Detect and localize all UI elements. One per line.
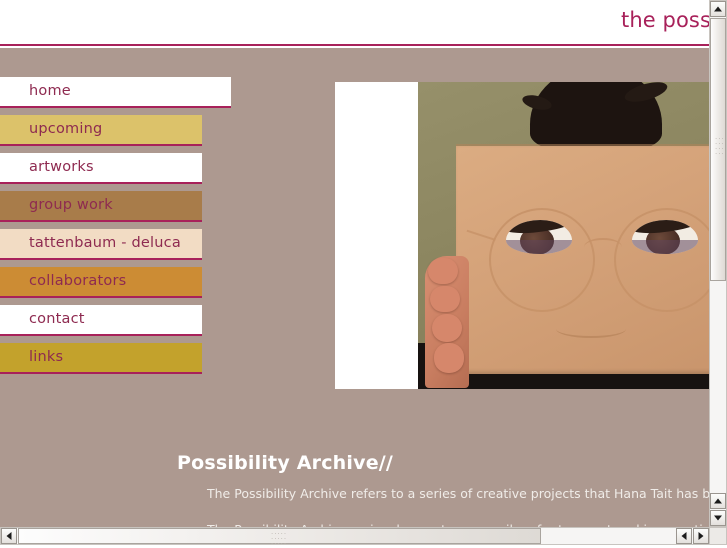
media-panel [335, 82, 709, 389]
scroll-left-button[interactable] [1, 528, 17, 544]
nav-item-label: contact [29, 311, 85, 327]
nav-item-label: collaborators [29, 273, 127, 289]
chevron-right-icon [698, 532, 704, 540]
nav-item-home[interactable]: home [0, 77, 231, 108]
photo-eye-shadow [632, 240, 698, 254]
scrollbar-grip-icon: ··· ··· ··· ··· [715, 135, 725, 158]
photo-spectacle-bridge [584, 238, 622, 256]
photo-drawn-nose [556, 320, 626, 338]
chevron-up-icon [714, 498, 722, 504]
scrollbar-corner [709, 527, 727, 545]
nav-item-label: artworks [29, 159, 94, 175]
photo-eye-left [506, 220, 572, 254]
photo-eye-shadow [506, 240, 572, 254]
photo-finger [434, 343, 464, 373]
site-title: the poss [621, 8, 709, 32]
nav-item-label: group work [29, 197, 113, 213]
nav-item-tattenbaum-deluca[interactable]: tattenbaum - deluca [0, 229, 202, 260]
hero-photograph [418, 82, 709, 389]
nav-item-label: tattenbaum - deluca [29, 235, 181, 251]
nav-item-links[interactable]: links [0, 343, 202, 374]
horizontal-scrollbar[interactable]: ····· ····· ····· [0, 527, 709, 548]
article-section: Possibility Archive// The Possibility Ar… [177, 452, 709, 527]
site-header: the poss [0, 0, 709, 46]
nav-item-group-work[interactable]: group work [0, 191, 202, 222]
vertical-scrollbar-thumb[interactable]: ··· ··· ··· ··· [710, 18, 726, 281]
article-heading: Possibility Archive// [177, 452, 394, 474]
photo-finger [432, 314, 462, 342]
nav-item-label: links [29, 349, 64, 365]
chevron-left-icon [681, 532, 687, 540]
nav-item-label: upcoming [29, 121, 103, 137]
photo-eye-right [632, 220, 698, 254]
scroll-left-button-secondary[interactable] [676, 528, 692, 544]
nav-item-contact[interactable]: contact [0, 305, 202, 336]
scroll-down-button[interactable] [710, 510, 726, 526]
scroll-up-button-secondary[interactable] [710, 493, 726, 509]
nav-item-artworks[interactable]: artworks [0, 153, 202, 184]
horizontal-scrollbar-thumb[interactable]: ····· ····· ····· [18, 528, 541, 548]
nav-item-label: home [29, 83, 71, 99]
article-paragraph: The Possibility Archive refers to a seri… [207, 486, 709, 501]
nav-item-upcoming[interactable]: upcoming [0, 115, 202, 146]
nav-item-collaborators[interactable]: collaborators [0, 267, 202, 298]
scroll-up-button[interactable] [710, 1, 726, 17]
chevron-down-icon [714, 515, 722, 521]
scroll-right-button[interactable] [693, 528, 709, 544]
main-navigation: home upcoming artworks group work tatten… [0, 77, 240, 381]
photo-finger [430, 286, 460, 312]
chevron-left-icon [6, 532, 12, 540]
page-canvas: home upcoming artworks group work tatten… [0, 48, 709, 527]
chevron-up-icon [714, 6, 722, 12]
vertical-scrollbar[interactable]: ··· ··· ··· ··· [709, 0, 727, 527]
photo-finger [428, 258, 458, 284]
browser-viewport: the poss home upcoming artworks group wo… [0, 0, 709, 527]
